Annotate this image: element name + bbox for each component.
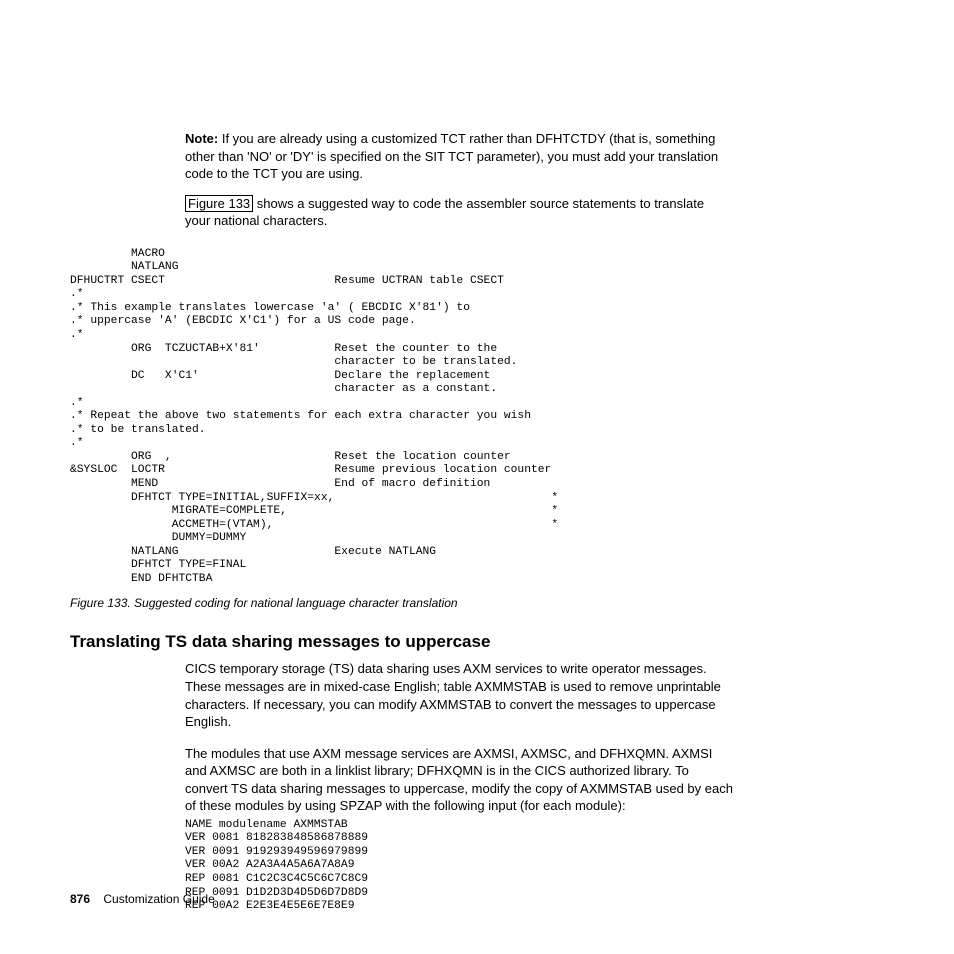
note-block: Note: If you are already using a customi… <box>185 130 724 183</box>
page-footer: 876 Customization Guide <box>70 892 215 906</box>
code-listing-1: MACRO NATLANG DFHUCTRT CSECT Resume UCTR… <box>70 248 884 587</box>
note-label: Note: <box>185 131 218 146</box>
intro-paragraph: Figure 133 shows a suggested way to code… <box>185 195 724 230</box>
code-listing-2: NAME modulename AXMMSTAB VER 0081 818283… <box>185 819 884 914</box>
book-title: Customization Guide <box>103 892 214 906</box>
page-number: 876 <box>70 892 90 906</box>
note-text: If you are already using a customized TC… <box>185 131 718 181</box>
body-paragraph-1: CICS temporary storage (TS) data sharing… <box>185 660 724 730</box>
figure-reference-link[interactable]: Figure 133 <box>185 195 253 212</box>
figure-caption: Figure 133. Suggested coding for nationa… <box>70 596 884 610</box>
section-heading: Translating TS data sharing messages to … <box>70 632 884 652</box>
body-paragraph-2: The modules that use AXM message service… <box>185 745 734 815</box>
intro-text: shows a suggested way to code the assemb… <box>185 196 704 229</box>
